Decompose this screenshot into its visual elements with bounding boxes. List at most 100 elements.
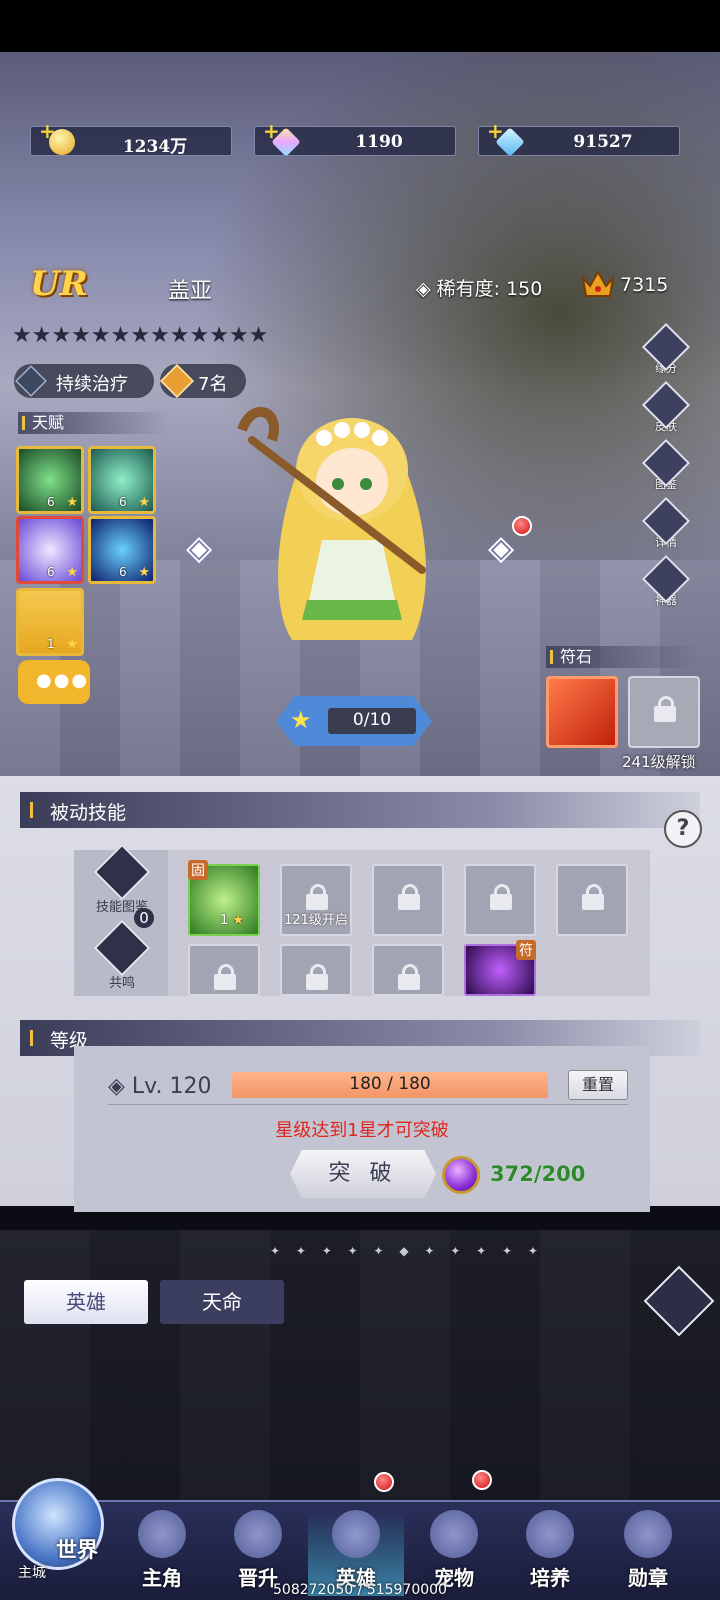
star-icon: ★: [66, 565, 78, 580]
passive-skill-5[interactable]: [556, 864, 628, 936]
level-label: ◈ Lv. 120: [108, 1074, 212, 1099]
bond-button[interactable]: 缘分: [640, 322, 692, 382]
gold-currency[interactable]: + 1234万: [30, 119, 232, 157]
skin-button[interactable]: 皮肤: [640, 380, 692, 440]
talent-level: 1: [47, 637, 55, 651]
skill-level: 1 ★: [190, 913, 258, 928]
passive-skill-3[interactable]: [372, 864, 444, 936]
passive-skill-header: 被动技能: [20, 792, 700, 828]
rank-label: 7名: [198, 374, 228, 395]
talent-header: 天赋: [18, 412, 168, 434]
skill-tag-label: 持续治疗: [56, 374, 128, 395]
notification-dot: [374, 1472, 394, 1492]
star-icon: ★: [232, 913, 245, 928]
lock-icon: [654, 696, 676, 722]
lock-icon: [214, 964, 236, 990]
chat-bubble-icon: ●●●: [36, 670, 90, 691]
rarity-label: ◈ 稀有度: 150: [416, 278, 543, 300]
tab-hero[interactable]: 英雄: [24, 1280, 148, 1324]
heal-icon: [15, 365, 47, 397]
next-hero-icon[interactable]: ◈: [488, 528, 514, 568]
skill-book-icon: [93, 843, 151, 901]
main-city-label: 主城: [18, 1565, 46, 1581]
artifact-button[interactable]: 神器: [640, 554, 692, 614]
details-button[interactable]: 详情: [640, 496, 692, 556]
world-button[interactable]: 世界 主城: [4, 1470, 112, 1590]
passive-skill-6[interactable]: [188, 944, 260, 996]
crown-icon: [581, 269, 615, 297]
rarity-value: 稀有度: 150: [436, 278, 543, 300]
skill-atlas-button[interactable]: 技能图鉴: [92, 843, 152, 915]
atlas-button[interactable]: 图鉴: [640, 438, 692, 498]
star-icon: ★: [138, 565, 150, 580]
medal-icon: [624, 1510, 672, 1558]
world-label: 世界: [56, 1537, 98, 1562]
resonance-icon: [93, 919, 151, 977]
lock-icon: [306, 964, 328, 990]
pet-icon: [430, 1510, 478, 1558]
hero-portrait[interactable]: [232, 370, 472, 660]
helmet-icon: [332, 1510, 380, 1558]
passive-skill-7[interactable]: [280, 944, 352, 996]
passive-skill-9[interactable]: 符: [464, 940, 536, 996]
talent-slot-1[interactable]: 6 ★: [16, 446, 84, 514]
status-bar: [0, 0, 720, 52]
passive-skill-8[interactable]: [372, 944, 444, 996]
promotion-icon: [234, 1510, 282, 1558]
breakthrough-button[interactable]: 突 破: [290, 1150, 436, 1198]
hero-name: 盖亚: [168, 279, 213, 304]
talent-title: 天赋: [32, 413, 65, 432]
passive-skill-1[interactable]: 固 1 ★: [188, 860, 260, 936]
skill-level-value: 1: [220, 913, 229, 928]
train-icon: [526, 1510, 574, 1558]
lock-icon: [582, 884, 604, 910]
skill-type-badge: 固: [188, 860, 208, 880]
purple-orb-icon: [442, 1156, 480, 1194]
level-progress-value: 180 / 180: [349, 1074, 431, 1094]
star-up-icon: ★: [290, 706, 312, 734]
rune-slot-locked[interactable]: [628, 676, 700, 748]
help-button[interactable]: ?: [664, 810, 702, 848]
reset-button[interactable]: 重置: [568, 1070, 628, 1100]
chat-button[interactable]: ●●●: [18, 660, 90, 704]
talent-slot-3[interactable]: 6 ★: [16, 516, 84, 584]
passive-skill-4[interactable]: [464, 864, 536, 936]
skill-tag[interactable]: 持续治疗: [14, 364, 154, 398]
resonance-count: 0: [134, 908, 154, 928]
talent-slot-5[interactable]: 1 ★: [16, 588, 84, 656]
diamond-value: 91527: [573, 132, 633, 152]
star-icon: ★: [66, 495, 78, 510]
rune-header: 符石: [546, 646, 698, 668]
protagonist-icon: [138, 1510, 186, 1558]
star-icons: ★★★★★★★★★★★★★: [12, 323, 269, 348]
gold-value: 1234万: [122, 137, 188, 157]
star-row: ★★★★★★★★★★★★★: [12, 324, 268, 348]
rainbow-gem-currency[interactable]: + 1190: [254, 119, 456, 157]
notification-dot: [472, 1470, 492, 1490]
resonance-button[interactable]: 共鸣: [92, 919, 152, 991]
rune-slot-red[interactable]: [546, 676, 618, 748]
star-exp-bar[interactable]: ★ 0/10: [276, 696, 432, 746]
previous-hero-icon[interactable]: ◈: [186, 528, 212, 568]
talent-level: 6: [119, 495, 127, 509]
diamond-currency[interactable]: + 91527: [478, 119, 680, 157]
star-icon: ★: [138, 495, 150, 510]
skill-type-badge: 符: [516, 940, 536, 960]
talent-level: 6: [119, 565, 127, 579]
talent-level: 6: [47, 495, 55, 509]
lock-icon: [398, 964, 420, 990]
passive-skill-2[interactable]: 121级开启: [280, 864, 352, 936]
rank-icon: [160, 364, 194, 398]
talent-slot-4[interactable]: 6 ★: [88, 516, 156, 584]
gold-coin-icon: [49, 129, 75, 155]
lock-icon: [398, 884, 420, 910]
rune-unlock-label: 241级解锁: [622, 753, 696, 771]
tab-fate[interactable]: 天命: [160, 1280, 284, 1324]
divider: [108, 1104, 628, 1105]
breakthrough-warning: 星级达到1星才可突破: [275, 1120, 449, 1141]
level-progress-bar: 180 / 180: [232, 1072, 548, 1098]
lock-icon: [490, 884, 512, 910]
decorative-divider: ✦ ✦ ✦ ✦ ✦ ◆ ✦ ✦ ✦ ✦ ✦: [270, 1244, 544, 1258]
talent-slot-2[interactable]: 6 ★: [88, 446, 156, 514]
level-value: Lv. 120: [131, 1074, 212, 1099]
